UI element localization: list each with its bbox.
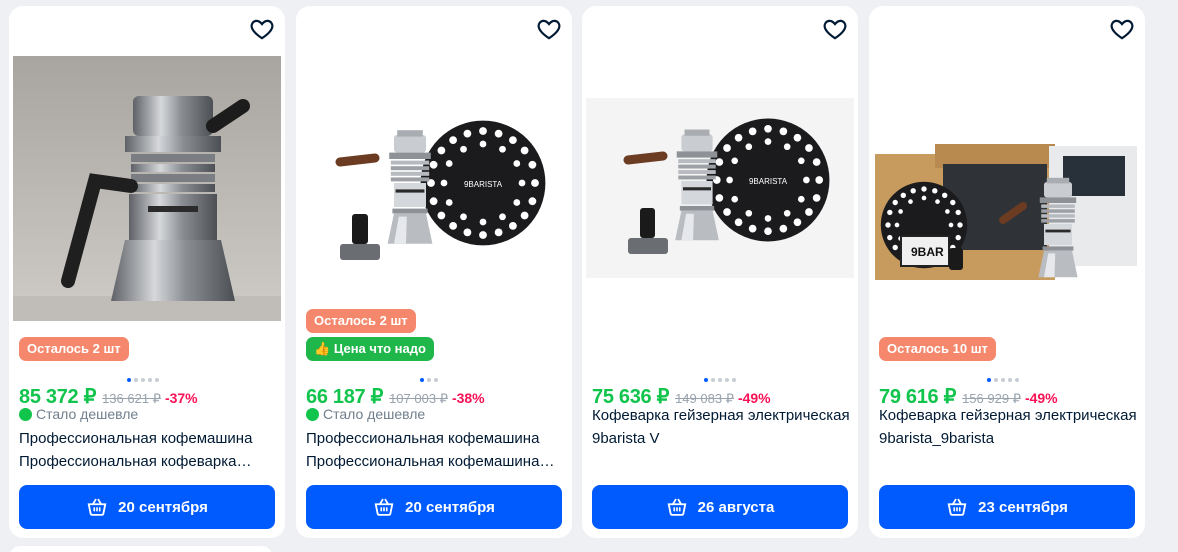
delivery-date: 23 сентября: [978, 498, 1068, 516]
product-card[interactable]: 9BARISTA Осталось 2 шт 👍 Цена что надо 6…: [296, 6, 572, 538]
basket-icon: [86, 496, 108, 518]
discount-percent: -37%: [164, 390, 198, 406]
product-card[interactable]: 9BAR Осталось 10 шт 79 616 ₽ 156 929 ₽ -…: [869, 6, 1145, 538]
price-down-icon: [19, 407, 32, 421]
add-to-cart-button[interactable]: 20 сентября: [19, 485, 275, 529]
product-image[interactable]: 9BAR: [873, 140, 1141, 290]
product-card[interactable]: Осталось 2 шт 85 372 ₽ 136 621 ₽ -37% Ст…: [9, 6, 285, 538]
product-title[interactable]: Профессиональная кофемашина Профессионал…: [306, 427, 564, 473]
add-to-cart-button[interactable]: 23 сентября: [879, 485, 1135, 529]
stock-badge: Осталось 2 шт: [306, 309, 416, 333]
coffee-maker-kit-photo: 9BARISTA: [300, 96, 568, 286]
heart-outline-icon[interactable]: [822, 16, 848, 42]
svg-text:9BAR: 9BAR: [911, 245, 944, 259]
good-price-badge: 👍 Цена что надо: [306, 337, 434, 361]
coffee-maker-kit-photo: 9BARISTA: [586, 98, 854, 278]
basket-icon: [666, 496, 688, 518]
product-title[interactable]: Кофеварка гейзерная электрическая 9baris…: [592, 404, 850, 450]
basket-icon: [946, 496, 968, 518]
delivery-date: 20 сентября: [405, 498, 495, 516]
svg-text:9BARISTA: 9BARISTA: [464, 180, 503, 189]
delivery-date: 26 августа: [697, 498, 775, 516]
heart-outline-icon[interactable]: [1109, 16, 1135, 42]
delivery-date: 20 сентября: [118, 498, 208, 516]
image-carousel-dots[interactable]: [127, 378, 159, 382]
svg-text:9BARISTA: 9BARISTA: [749, 177, 788, 186]
old-price: 107 003 ₽: [389, 391, 448, 406]
product-title[interactable]: Кофеварка гейзерная электрическая 9baris…: [879, 404, 1137, 450]
product-card[interactable]: 9BARISTA 75 636 ₽ 149 083 ₽ -49% Кофевар…: [582, 6, 858, 538]
image-carousel-dots[interactable]: [987, 378, 1019, 382]
discount-percent: -38%: [451, 390, 485, 406]
product-title[interactable]: Профессиональная кофемашина Профессионал…: [19, 427, 277, 473]
image-carousel-dots[interactable]: [420, 378, 438, 382]
old-price: 136 621 ₽: [102, 391, 161, 406]
cheaper-label: Стало дешевле: [323, 406, 426, 422]
heart-outline-icon[interactable]: [536, 16, 562, 42]
coffee-maker-box-photo: 9BAR: [873, 140, 1141, 290]
product-image[interactable]: [13, 56, 281, 321]
basket-icon: [373, 496, 395, 518]
price-down-icon: [306, 407, 319, 421]
add-to-cart-button[interactable]: 26 августа: [592, 485, 848, 529]
image-carousel-dots[interactable]: [704, 378, 736, 382]
stock-badge: Осталось 10 шт: [879, 337, 996, 361]
product-image[interactable]: 9BARISTA: [300, 96, 568, 286]
heart-outline-icon[interactable]: [249, 16, 275, 42]
cheaper-label: Стало дешевле: [36, 406, 139, 422]
stock-badge: Осталось 2 шт: [19, 337, 129, 361]
add-to-cart-button[interactable]: 20 сентября: [306, 485, 562, 529]
thumbs-up-icon: 👍: [314, 341, 331, 356]
next-row-card-edge: [10, 546, 272, 552]
coffee-maker-photo: [13, 56, 281, 321]
product-image[interactable]: 9BARISTA: [586, 98, 854, 278]
